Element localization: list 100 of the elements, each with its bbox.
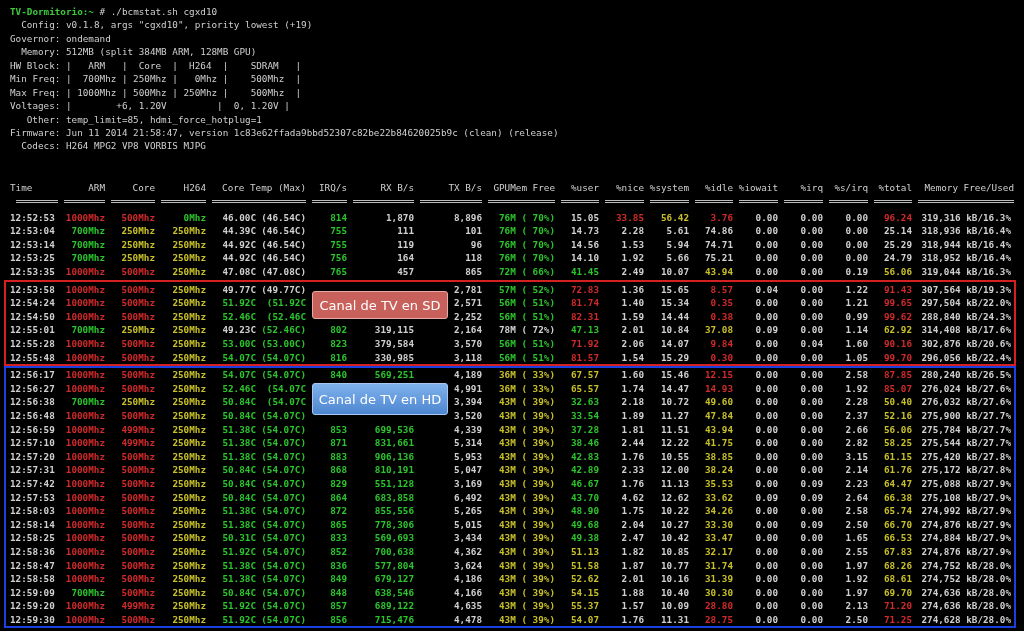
table-cell: 5,953	[454, 450, 482, 462]
table-cell: 32.17	[705, 545, 733, 557]
table-cell: 30.30	[705, 586, 733, 598]
table-cell: 51.38C	[222, 450, 256, 462]
table-cell: 74.86	[705, 225, 733, 237]
table-cell: 500Mhz	[121, 464, 155, 476]
table-cell: 276,032 kB/27.6%	[921, 396, 1011, 408]
table-cell: 0.00	[755, 464, 778, 476]
table-cell: 499Mhz	[121, 437, 155, 449]
table-cell: 61.15	[884, 450, 912, 462]
table-cell: 101	[465, 225, 482, 237]
table-cell: 1.75	[621, 505, 644, 517]
table-cell: 43M ( 39%)	[499, 450, 555, 462]
table-cell: 871	[330, 437, 347, 449]
table-cell: 0.09	[755, 324, 778, 336]
table-cell: (46.54C)	[261, 252, 306, 264]
table-cell: 2.37	[845, 410, 868, 421]
callout: Canal de TV en SD	[312, 291, 448, 320]
table-cell: 700Mhz	[71, 238, 105, 250]
table-cell: 1000Mhz	[65, 351, 105, 363]
table-cell: 275,544 kB/27.7%	[921, 437, 1011, 449]
table-cell: 700Mhz	[71, 252, 105, 264]
table-cell: 500Mhz	[121, 338, 155, 350]
table-cell: 87.85	[884, 369, 912, 381]
table-cell: 10.22	[661, 505, 689, 517]
table-cell: 865	[465, 266, 482, 278]
table-cell: 10.72	[661, 396, 689, 408]
table-cell: 0.00	[800, 310, 823, 322]
table-cell: 1.97	[845, 559, 868, 571]
table-cell: 849	[330, 573, 347, 585]
table-cell: 2.50	[845, 613, 868, 625]
table-cell: 68.61	[884, 573, 912, 585]
table-cell: 2.50	[845, 518, 868, 530]
table-cell: 0.00	[845, 238, 868, 250]
info-label: Governor:	[10, 31, 61, 46]
table-cell: 2,571	[454, 297, 482, 309]
table-cell: 250Mhz	[172, 396, 206, 408]
table-cell: 250Mhz	[172, 266, 206, 278]
table-cell: 0.00	[755, 225, 778, 237]
table-cell: 1.76	[621, 478, 644, 489]
table-cell: 250Mhz	[172, 252, 206, 264]
table-cell: 5,015	[454, 518, 482, 530]
table-cell: 318,944 kB/16.4%	[921, 238, 1011, 250]
table-cell: 274,752 kB/28.0%	[921, 573, 1011, 585]
table-cell: 99.62	[884, 310, 912, 322]
table-cell: 250Mhz	[172, 225, 206, 237]
table-cell: 12:59:09	[10, 586, 55, 598]
table-cell: 0.00	[755, 478, 778, 489]
table-cell: 54.07C	[222, 351, 256, 363]
info-label: Other:	[25, 112, 61, 126]
table-cell: 50.84C	[222, 396, 256, 408]
table-cell: 71.25	[884, 613, 912, 625]
table-cell: 0.00	[755, 573, 778, 585]
table-cell: (46.54C)	[261, 225, 306, 237]
table-cell: 0.00	[845, 211, 868, 223]
table-cell: 12:54:50	[10, 310, 55, 322]
table-cell: 250Mhz	[172, 545, 206, 557]
table-cell: 12:58:03	[10, 505, 55, 517]
table-cell: 3,624	[454, 559, 482, 571]
table-cell: 76M ( 70%)	[499, 211, 555, 223]
info-label: Max Freq:	[10, 85, 61, 100]
table-cell: 12:53:14	[10, 238, 55, 250]
table-cell: (54.07C)	[261, 559, 306, 571]
table-cell: 48.90	[571, 505, 599, 517]
table-cell: 3,169	[454, 478, 482, 489]
table-cell: 49.23C	[222, 324, 256, 336]
table-cell: (54.07C)	[261, 586, 306, 598]
table-cell: 8.57	[710, 283, 733, 295]
column-header: %s/irq	[833, 180, 868, 195]
table-cell: 65.74	[884, 505, 912, 517]
table-cell: 319,115	[374, 324, 414, 336]
column-header: %total	[877, 180, 912, 195]
table-cell: 275,784 kB/27.7%	[921, 423, 1011, 435]
table-cell: 71.20	[884, 600, 912, 612]
table-cell: 9.84	[710, 338, 733, 350]
table-cell: 51.92C	[222, 297, 256, 309]
table-cell: 14.44	[661, 310, 689, 322]
table-cell: 250Mhz	[172, 505, 206, 517]
table-cell: 64.47	[884, 478, 912, 489]
table-cell: 250Mhz	[172, 478, 206, 489]
info-value: | 700Mhz | 250Mhz | 0Mhz | 500Mhz |	[65, 73, 302, 85]
table-cell: 0.00	[800, 238, 823, 250]
table-cell: 5.94	[666, 238, 689, 250]
info-label: Codecs:	[20, 139, 61, 153]
table-cell: 10.85	[661, 545, 689, 557]
table-cell: 3.15	[845, 450, 868, 462]
table-cell: 43M ( 39%)	[499, 423, 555, 435]
table-cell: 43M ( 39%)	[499, 437, 555, 449]
table-cell: 0.04	[800, 338, 823, 350]
table-cell: 2.28	[621, 225, 644, 237]
table-cell: (54.07C)	[261, 464, 306, 476]
table-cell: 755	[330, 238, 347, 250]
table-cell: 852	[330, 545, 347, 557]
table-cell: 1.81	[621, 423, 644, 435]
table-cell: 5,047	[454, 464, 482, 476]
table-cell: 50.84C	[222, 478, 256, 489]
table-cell: 1.92	[621, 252, 644, 264]
table-cell: 43M ( 39%)	[499, 505, 555, 517]
table-cell: 12.15	[705, 369, 733, 381]
table-cell: 14.56	[571, 238, 599, 250]
